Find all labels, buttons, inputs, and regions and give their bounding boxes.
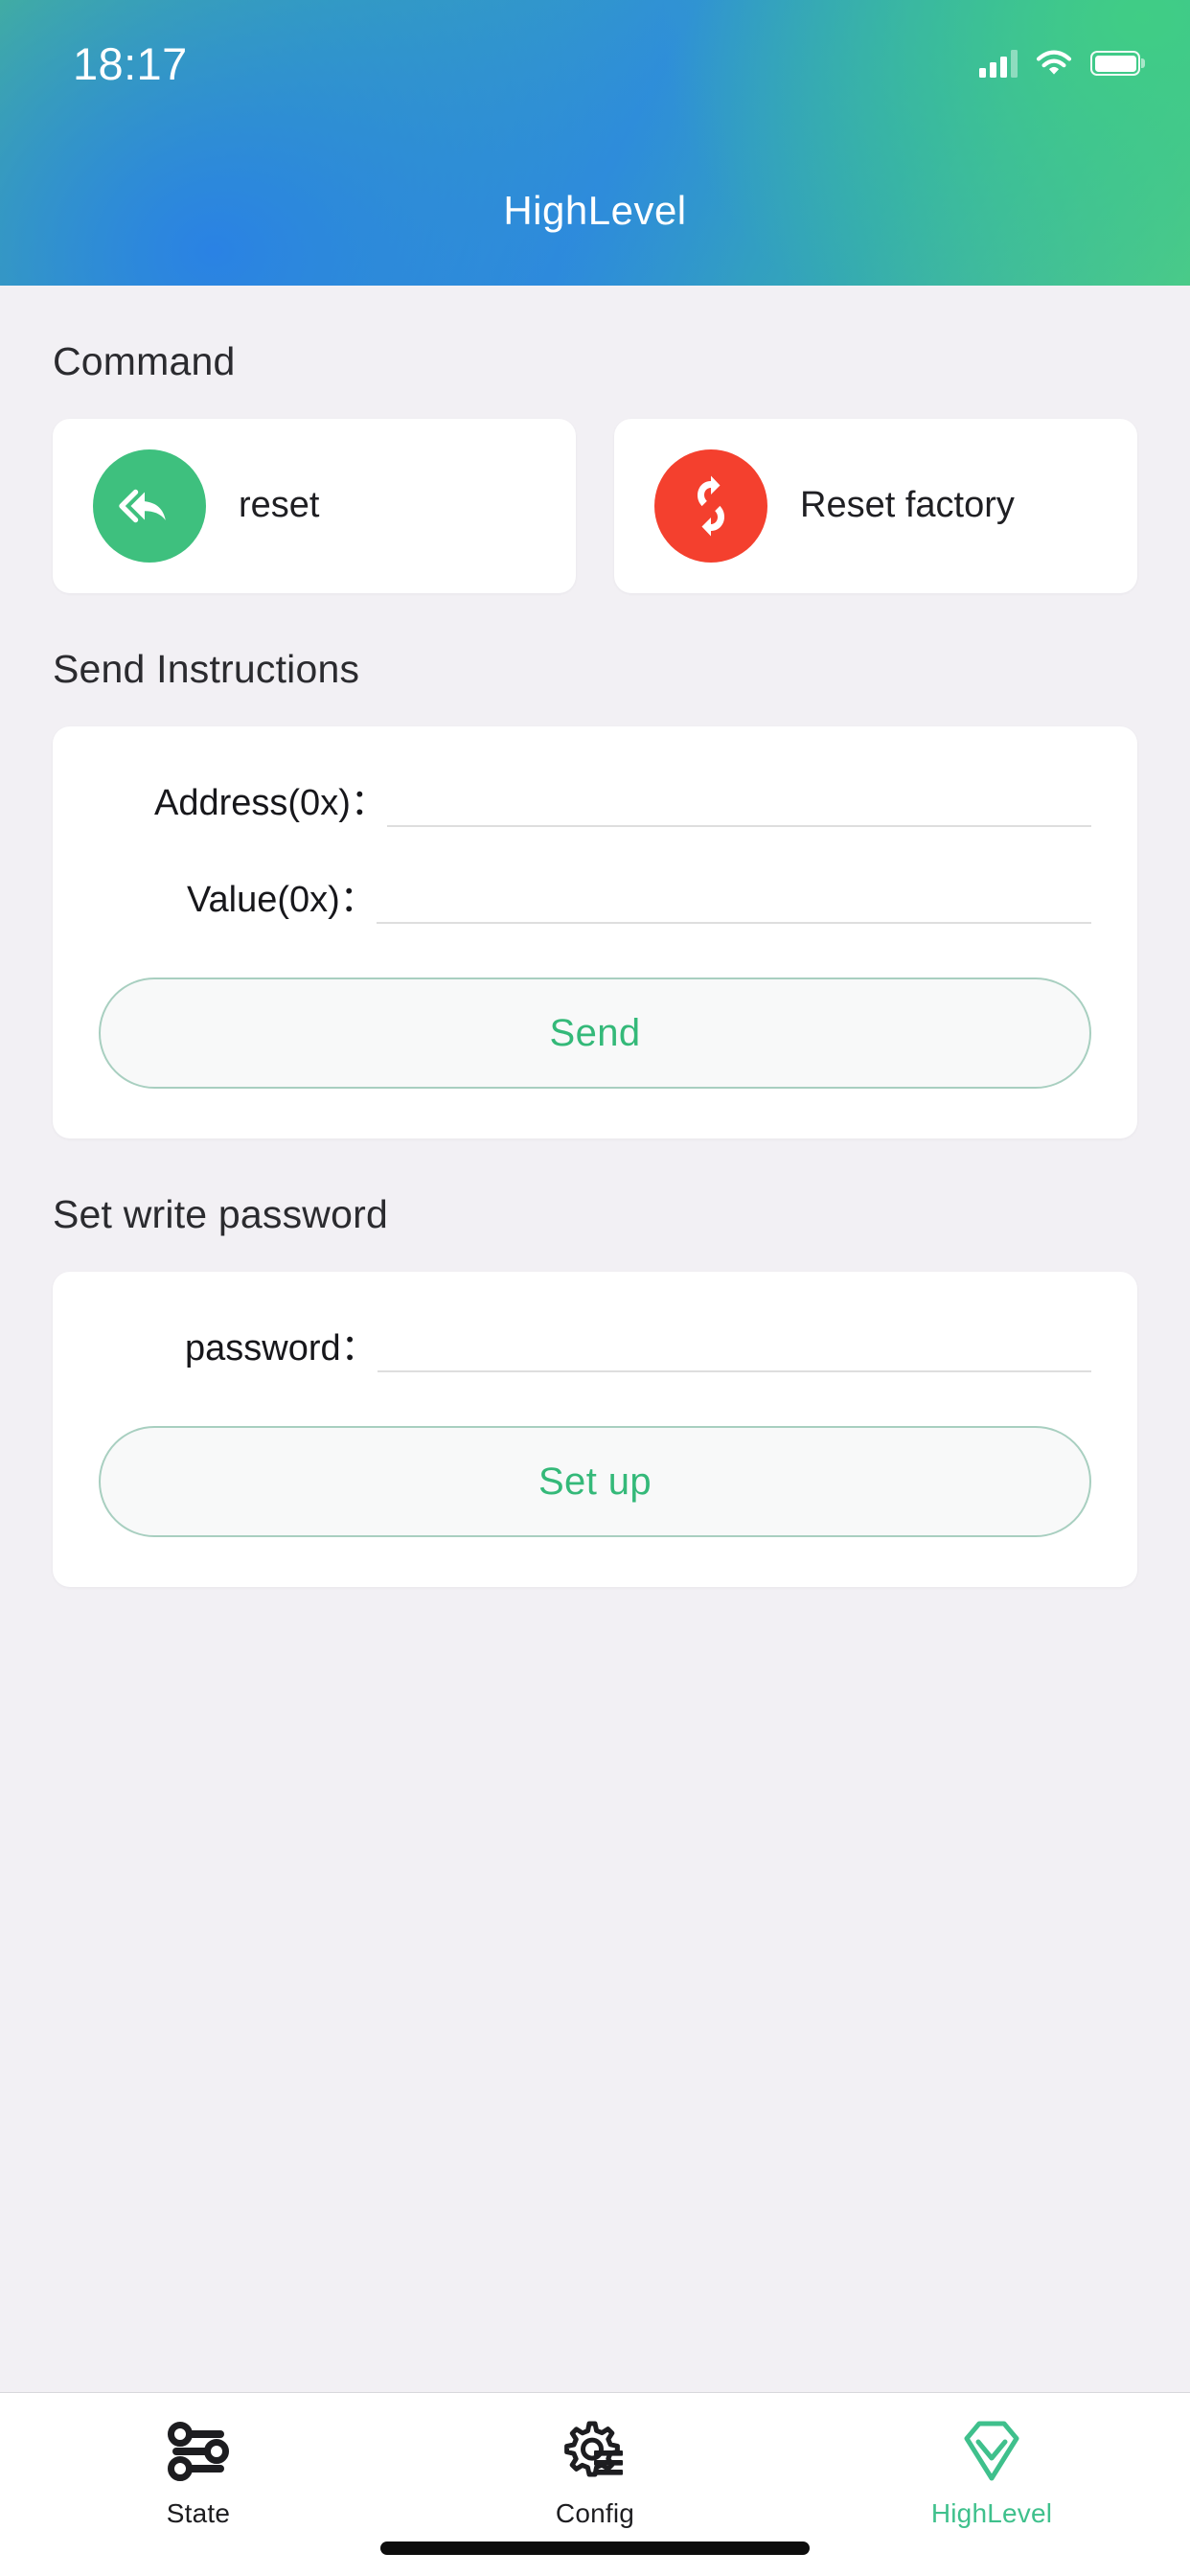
- address-input[interactable]: [386, 780, 1091, 827]
- send-instructions-section-title: Send Instructions: [53, 647, 360, 691]
- main-content: Command reset Reset factory Send Instruc…: [0, 286, 1190, 2392]
- address-field-row: Address(0x)：: [99, 780, 1091, 827]
- set-password-section-title: Set write password: [53, 1192, 388, 1236]
- tab-state[interactable]: State: [0, 2416, 397, 2529]
- password-input[interactable]: [377, 1325, 1091, 1372]
- status-bar-indicators: [979, 49, 1140, 78]
- set-up-button[interactable]: Set up: [99, 1426, 1091, 1537]
- send-button[interactable]: Send: [99, 978, 1091, 1089]
- wifi-icon: [1036, 50, 1072, 77]
- app-root: 18:17 HighLevel Command reset Reset fact…: [0, 0, 1190, 2576]
- app-header: 18:17 HighLevel: [0, 0, 1190, 286]
- reset-factory-button[interactable]: Reset factory: [614, 419, 1137, 593]
- value-field-row: Value(0x)：: [99, 877, 1091, 924]
- reply-all-back-arrows-icon: [93, 449, 206, 563]
- value-field-label: Value(0x)：: [187, 880, 377, 920]
- command-button-row: reset Reset factory: [53, 419, 1137, 593]
- sliders-icon: [165, 2416, 232, 2487]
- reset-button[interactable]: reset: [53, 419, 576, 593]
- battery-full-icon: [1090, 51, 1140, 76]
- page-title: HighLevel: [503, 188, 687, 233]
- status-bar-clock: 18:17: [73, 37, 188, 89]
- password-field-label: password：: [185, 1328, 378, 1368]
- tab-highlevel[interactable]: HighLevel: [793, 2416, 1190, 2529]
- reset-button-label: reset: [239, 485, 320, 526]
- cellular-signal-icon: [979, 49, 1018, 78]
- value-input[interactable]: [376, 877, 1091, 924]
- tab-config-label: Config: [555, 2498, 635, 2528]
- password-field-row: password：: [99, 1325, 1091, 1372]
- tab-highlevel-label: HighLevel: [930, 2498, 1053, 2528]
- diamond-check-icon: [958, 2416, 1025, 2487]
- gear-list-icon: [561, 2416, 629, 2487]
- address-field-label: Address(0x)：: [154, 783, 387, 823]
- send-instructions-panel: Address(0x)： Value(0x)： Send: [53, 726, 1137, 1138]
- tab-state-label: State: [166, 2498, 231, 2528]
- tab-config[interactable]: Config: [397, 2416, 793, 2529]
- set-password-panel: password： Set up: [53, 1272, 1137, 1587]
- status-bar: 18:17: [0, 0, 1190, 126]
- home-indicator: [380, 2542, 810, 2555]
- reset-factory-button-label: Reset factory: [800, 485, 1015, 526]
- command-section-title: Command: [53, 339, 236, 383]
- refresh-sync-icon: [654, 449, 767, 563]
